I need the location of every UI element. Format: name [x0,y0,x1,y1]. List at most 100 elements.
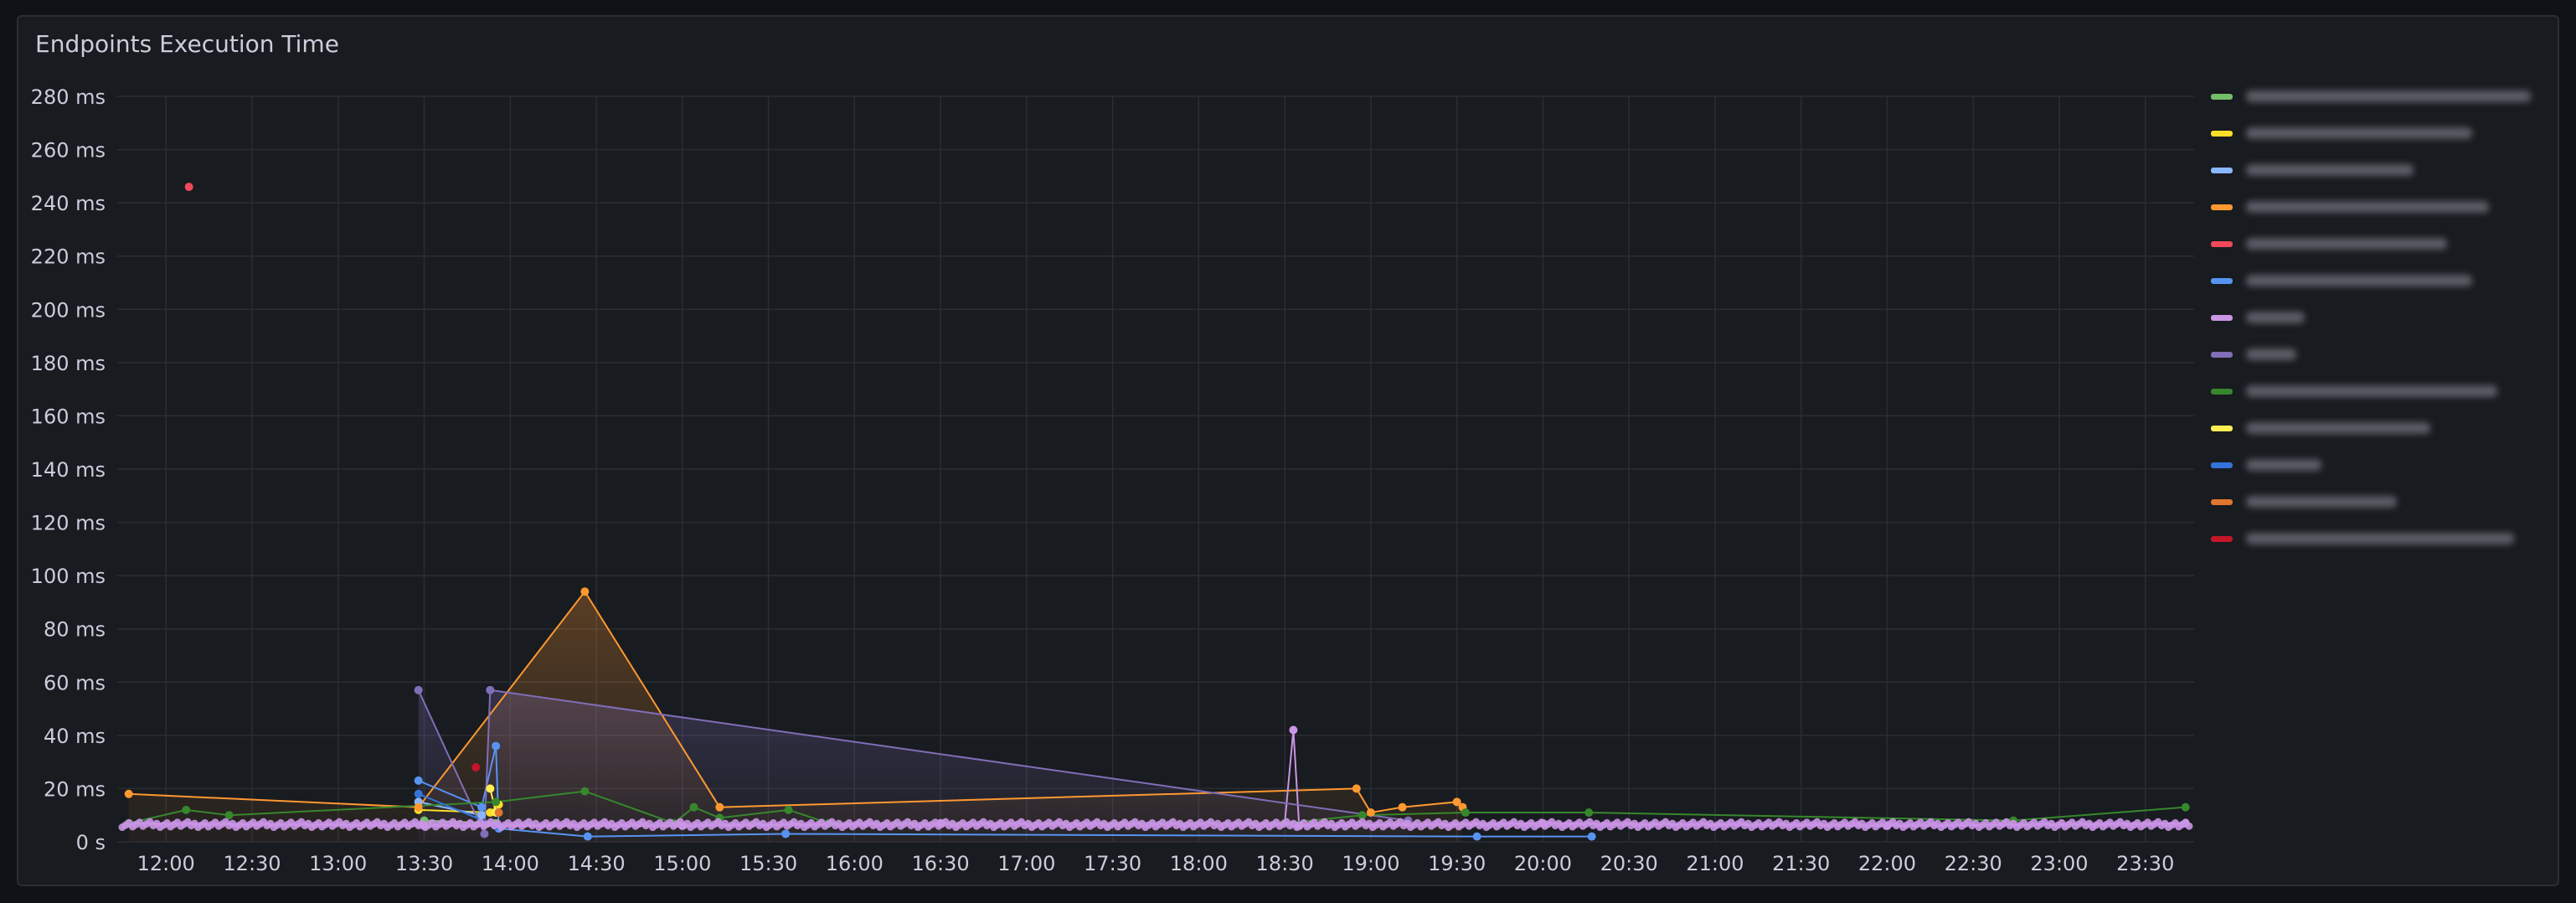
data-point [480,829,489,838]
x-tick-label: 15:00 [653,852,711,875]
legend-label-redacted [2246,312,2305,323]
legend-swatch [2211,314,2233,321]
x-tick-label: 22:00 [1858,852,1916,875]
y-tick-label: 280 ms [31,85,106,109]
legend-swatch [2211,93,2233,100]
legend-swatch [2211,388,2233,395]
y-tick-label: 180 ms [31,352,106,375]
data-point [715,802,724,812]
y-tick-label: 240 ms [31,192,106,215]
data-point [2181,802,2190,812]
data-point [492,741,501,751]
data-point [494,808,503,818]
data-point [1587,832,1596,841]
y-tick-label: 160 ms [31,405,106,428]
legend-item[interactable] [2211,379,2497,404]
legend-item[interactable] [2211,489,2397,514]
data-point [580,587,590,596]
legend-item[interactable] [2211,305,2305,330]
x-tick-label: 17:30 [1084,852,1141,875]
x-tick-label: 12:30 [223,852,281,875]
y-tick-label: 80 ms [44,618,106,642]
data-point [184,183,193,192]
legend-item[interactable] [2211,121,2472,146]
data-point [486,784,495,793]
data-point [781,829,791,838]
x-tick-label: 13:00 [309,852,367,875]
x-tick-label: 18:30 [1256,852,1314,875]
legend-item[interactable] [2211,268,2472,293]
legend-label-redacted [2246,385,2497,397]
legend-item[interactable] [2211,194,2489,219]
legend-label-redacted [2246,164,2414,176]
data-point [486,685,495,694]
data-point [1289,725,1298,735]
legend-item[interactable] [2211,415,2430,441]
legend-item[interactable] [2211,157,2414,183]
y-tick-label: 140 ms [31,458,106,482]
baseline-sample-point [2185,822,2193,830]
data-point [414,776,423,785]
data-point [580,787,590,796]
x-tick-label: 20:00 [1514,852,1572,875]
legend-swatch [2211,277,2233,284]
x-tick-label: 23:30 [2116,852,2174,875]
data-point [1584,808,1594,818]
data-point [471,763,481,771]
legend-label-redacted [2246,238,2447,250]
x-tick-label: 23:00 [2030,852,2088,875]
legend-swatch [2211,130,2233,137]
legend-label-redacted [2246,459,2321,471]
legend-label-redacted [2246,127,2472,139]
data-point [1366,808,1375,818]
x-tick-label: 18:00 [1170,852,1228,875]
data-point [583,832,592,841]
x-tick-label: 16:00 [826,852,884,875]
x-tick-label: 12:00 [137,852,195,875]
x-tick-label: 19:30 [1428,852,1486,875]
legend-swatch [2211,240,2233,247]
legend-swatch [2211,535,2233,542]
y-tick-label: 200 ms [31,298,106,322]
y-tick-label: 20 ms [44,777,106,801]
x-tick-label: 20:30 [1600,852,1658,875]
y-tick-label: 0 s [76,831,106,854]
x-tick-label: 15:30 [739,852,797,875]
data-point [477,811,487,820]
y-tick-label: 220 ms [31,245,106,269]
legend-label-redacted [2246,422,2430,434]
legend-label-redacted [2246,496,2397,508]
data-point [492,797,501,807]
legend-swatch [2211,498,2233,505]
y-tick-label: 100 ms [31,565,106,588]
y-tick-label: 40 ms [44,725,106,748]
data-point [1472,832,1481,841]
data-point [477,802,487,812]
legend-swatch [2211,462,2233,468]
x-tick-label: 21:00 [1686,852,1744,875]
legend-item[interactable] [2211,452,2321,477]
legend-label-redacted [2246,275,2472,286]
legend-label-redacted [2246,348,2296,360]
data-point [1398,802,1407,812]
y-tick-label: 260 ms [31,139,106,163]
legend-item[interactable] [2211,231,2447,256]
data-point [414,685,423,694]
y-tick-label: 60 ms [44,671,106,694]
legend-swatch [2211,425,2233,431]
x-tick-label: 14:00 [482,852,539,875]
legend-label-redacted [2246,90,2531,102]
legend-label-redacted [2246,533,2514,544]
data-point [1352,784,1361,793]
execution-time-chart: 280 ms 260 ms 240 ms 220 ms 200 ms 180 ms 160 … [31,85,2194,875]
legend-item[interactable] [2211,84,2531,109]
legend-item[interactable] [2211,526,2514,551]
x-tick-label: 16:30 [912,852,970,875]
data-point [784,805,793,814]
data-point [414,802,423,812]
x-tick-label: 13:30 [395,852,453,875]
x-tick-label: 17:00 [997,852,1055,875]
legend-swatch [2211,167,2233,173]
legend-item[interactable] [2211,342,2296,367]
data-point [689,802,698,812]
